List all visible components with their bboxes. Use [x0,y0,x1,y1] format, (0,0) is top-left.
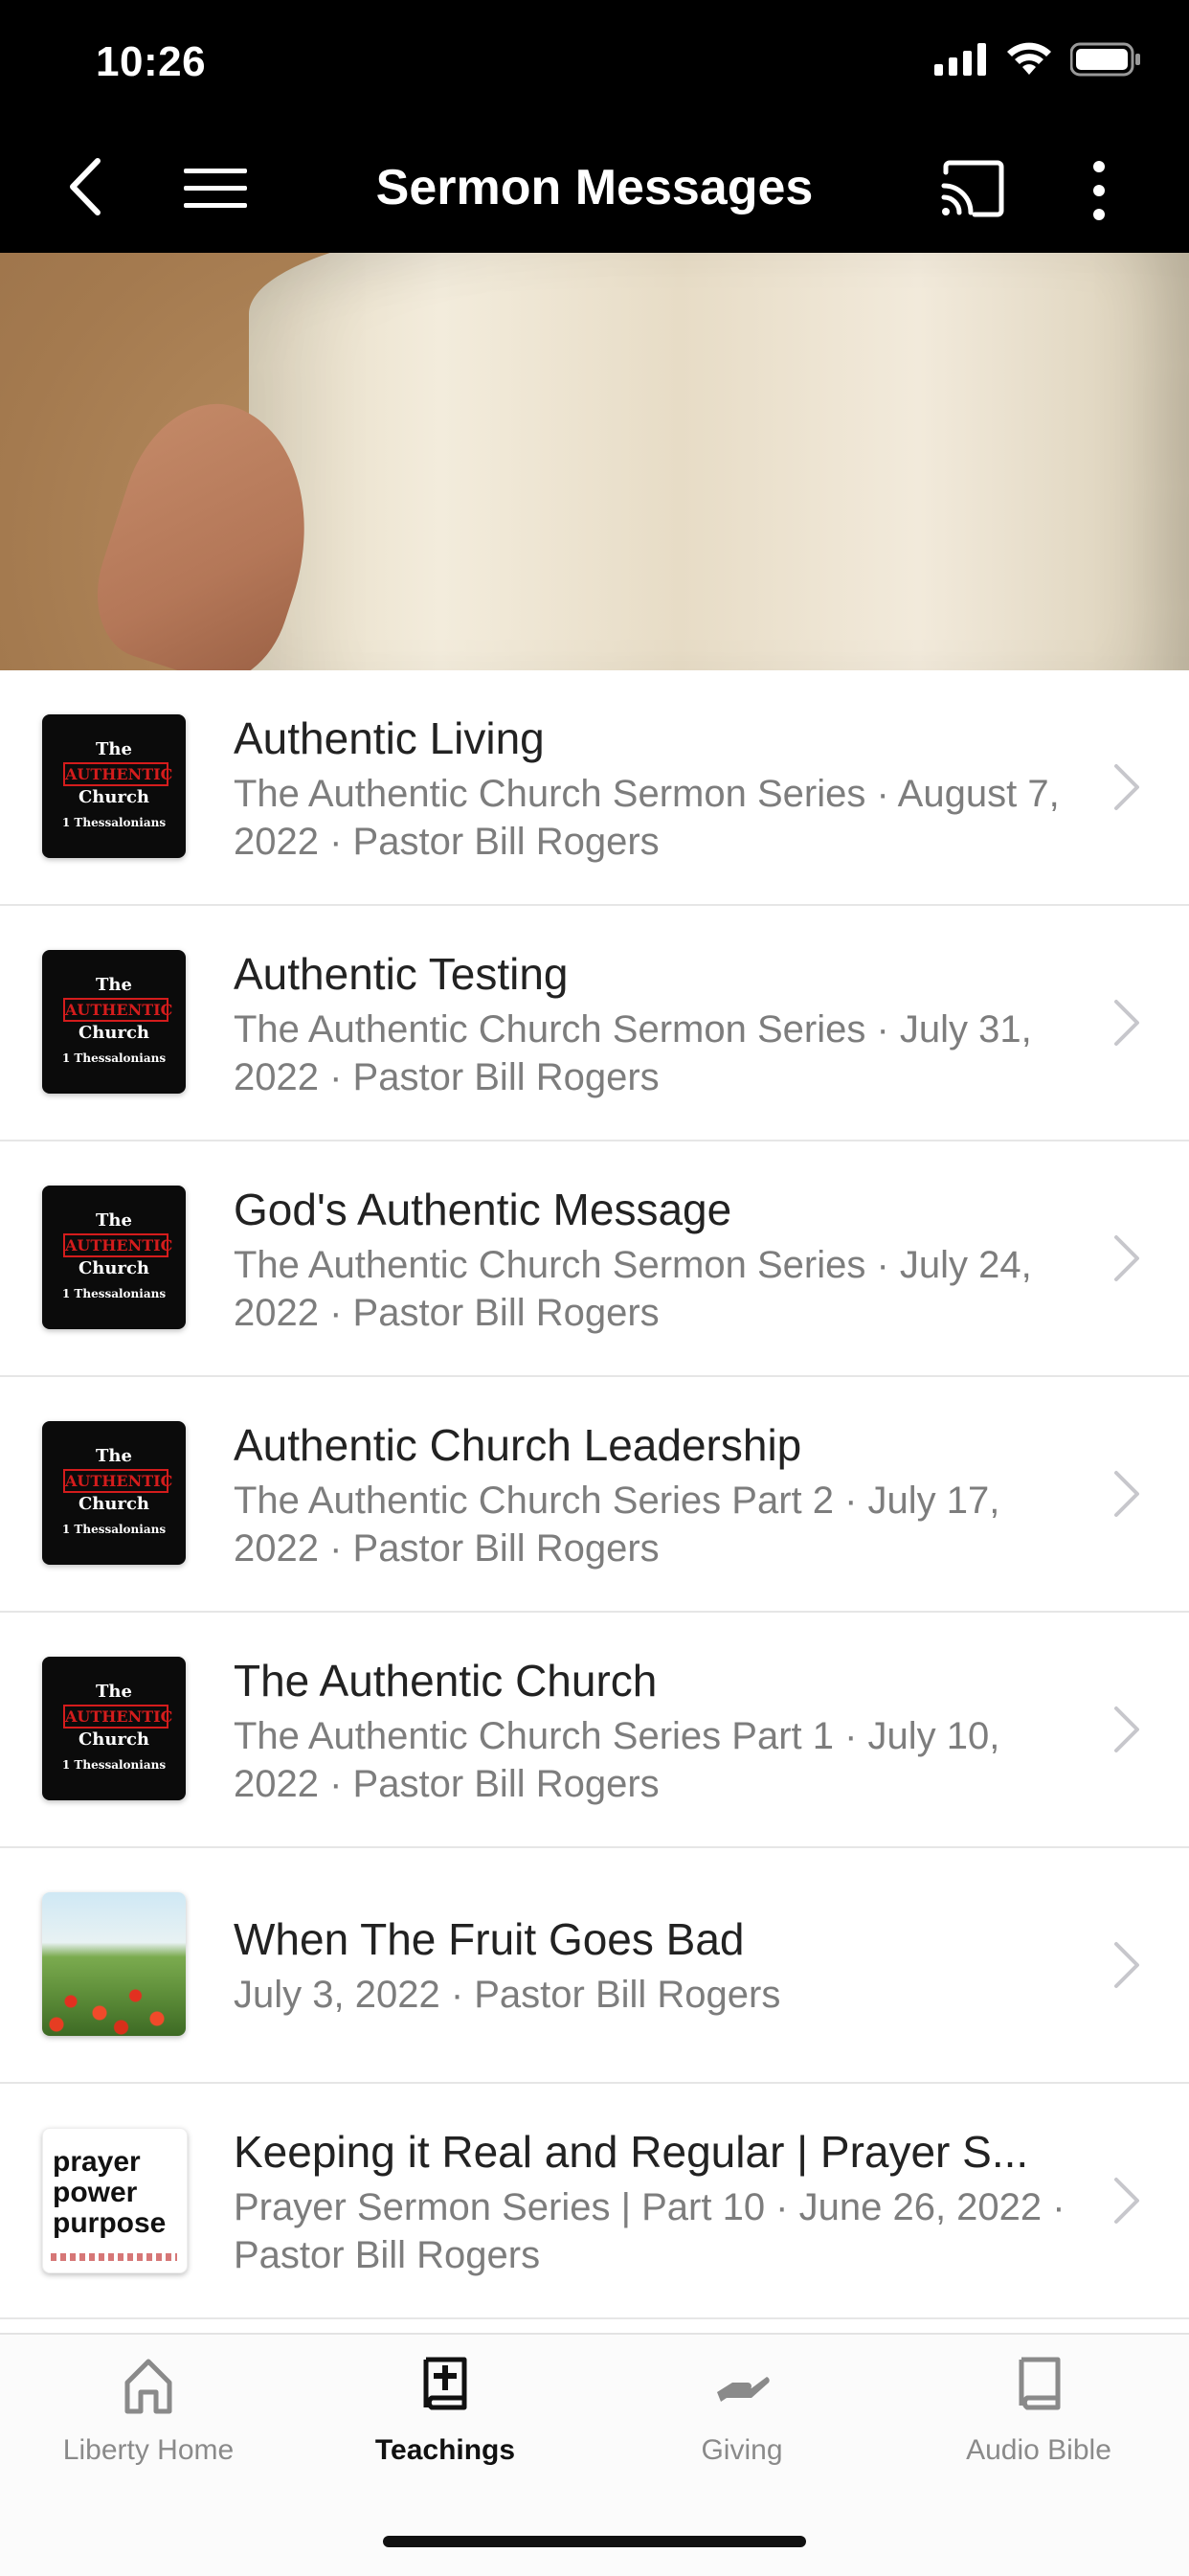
book-icon [1019,2357,1061,2410]
sermon-thumbnail: prayer power purpose [42,2128,188,2273]
thumb-text: 1 Thessalonians [61,816,167,829]
thumb-text: The [96,739,132,759]
thumb-text: Church [78,1023,150,1043]
thumb-text: power [53,2177,138,2208]
thumb-text: The [96,1682,132,1702]
sermon-title: God's Authentic Message [234,1185,732,1234]
thumb-text: Church [78,1494,150,1514]
thumb-text: AUTHENTIC [63,998,172,1022]
hero-robe-shape [249,253,1189,670]
tab-teachings[interactable]: Teachings [297,2354,594,2497]
tab-label: Liberty Home [62,2434,235,2466]
sermon-title: Keeping it Real and Regular | Prayer S..… [234,2127,1029,2177]
sermon-subtitle: The Authentic Church Sermon Series · Aug… [234,773,1060,863]
hero-banner-image [0,253,1189,670]
thumb-text: prayer [53,2146,141,2178]
chevron-right-icon [1114,1000,1139,1046]
top-bar: 10:26 Sermon Messages [0,0,1189,253]
sermon-title: When The Fruit Goes Bad [234,1914,745,1964]
thumb-text: AUTHENTIC [63,1705,172,1729]
more-vertical-icon[interactable] [1080,157,1118,224]
sermon-row[interactable]: The AUTHENTIC Church 1 Thessalonians Aut… [0,670,1189,906]
sermon-row[interactable]: The AUTHENTIC Church 1 Thessalonians Aut… [0,906,1189,1141]
signal-icon [934,43,986,76]
thumb-text: AUTHENTIC [63,1233,172,1257]
thumb-text: 1 Thessalonians [61,1523,167,1536]
sermon-thumbnail: The AUTHENTIC Church 1 Thessalonians [42,950,186,1094]
chevron-right-icon [1114,1471,1139,1517]
thumb-text: The [96,1446,132,1466]
wifi-icon [1007,42,1051,75]
chevron-right-icon [1114,1235,1139,1281]
sermon-thumbnail: The AUTHENTIC Church 1 Thessalonians [42,1657,186,1800]
thumb-text: Church [78,787,150,807]
sermon-row[interactable]: The AUTHENTIC Church 1 Thessalonians Aut… [0,1377,1189,1613]
thumb-text: Church [78,1729,150,1750]
sermon-list: The AUTHENTIC Church 1 Thessalonians Aut… [0,670,1189,2319]
sermon-thumbnail: The AUTHENTIC Church 1 Thessalonians [42,1186,186,1329]
chevron-right-icon [1114,764,1139,810]
thumb-text: 1 Thessalonians [61,1287,167,1300]
sermon-title: Authentic Testing [234,949,569,999]
thumb-text: 1 Thessalonians [61,1758,167,1772]
tab-label: Giving [701,2434,783,2466]
status-time: 10:26 [96,38,207,85]
sermon-thumbnail: The AUTHENTIC Church 1 Thessalonians [42,1421,186,1565]
status-icons [934,42,1141,77]
chevron-right-icon [1114,1706,1139,1752]
sermon-subtitle: July 3, 2022 · Pastor Bill Rogers [234,1974,781,2016]
tab-giving[interactable]: Giving [594,2354,890,2497]
chevron-right-icon [1114,2178,1139,2224]
thumb-text: AUTHENTIC [63,1469,172,1493]
sermon-thumbnail [42,1892,186,2036]
tab-liberty-home[interactable]: Liberty Home [0,2354,297,2497]
thumb-text: 1 Thessalonians [61,1051,167,1065]
signature-decoration [51,2253,177,2261]
thumb-text: AUTHENTIC [63,762,172,786]
sermon-thumbnail: The AUTHENTIC Church 1 Thessalonians [42,714,186,858]
sermon-row[interactable]: prayer power purpose Keeping it Real and… [0,2084,1189,2319]
sermon-subtitle: The Authentic Church Sermon Series · Jul… [234,1008,1032,1098]
vineyard-flowers-shape [42,1978,186,2036]
sermon-subtitle: The Authentic Church Series Part 2 · Jul… [234,1480,1000,1570]
sermon-title: Authentic Living [234,713,545,763]
sermon-title: The Authentic Church [234,1656,658,1706]
sermon-row[interactable]: The AUTHENTIC Church 1 Thessalonians God… [0,1141,1189,1377]
tab-label: Teachings [374,2434,516,2466]
home-indicator[interactable] [383,2536,806,2547]
giving-hand-icon [717,2377,770,2402]
sermon-subtitle: The Authentic Church Sermon Series · Jul… [234,1244,1032,1334]
page-title: Sermon Messages [375,160,814,215]
sermon-row[interactable]: The AUTHENTIC Church 1 Thessalonians The… [0,1613,1189,1848]
thumb-text: The [96,1210,132,1231]
tab-label: Audio Bible [966,2434,1111,2466]
sermon-title: Authentic Church Leadership [234,1420,802,1470]
bible-plus-icon [423,2357,467,2410]
chevron-right-icon [1114,1942,1139,1988]
thumb-text: purpose [53,2207,167,2239]
thumb-text: Church [78,1258,150,1278]
tab-audio-bible[interactable]: Audio Bible [890,2354,1187,2497]
cast-icon[interactable] [938,159,1007,218]
sermon-row[interactable]: When The Fruit Goes Bad July 3, 2022 · P… [0,1848,1189,2084]
sermon-subtitle: The Authentic Church Series Part 1 · Jul… [234,1715,1000,1805]
thumb-text: The [96,975,132,995]
battery-icon [1070,42,1140,77]
sermon-subtitle: Prayer Sermon Series | Part 10 · June 26… [234,2186,1066,2276]
home-icon [124,2359,172,2414]
